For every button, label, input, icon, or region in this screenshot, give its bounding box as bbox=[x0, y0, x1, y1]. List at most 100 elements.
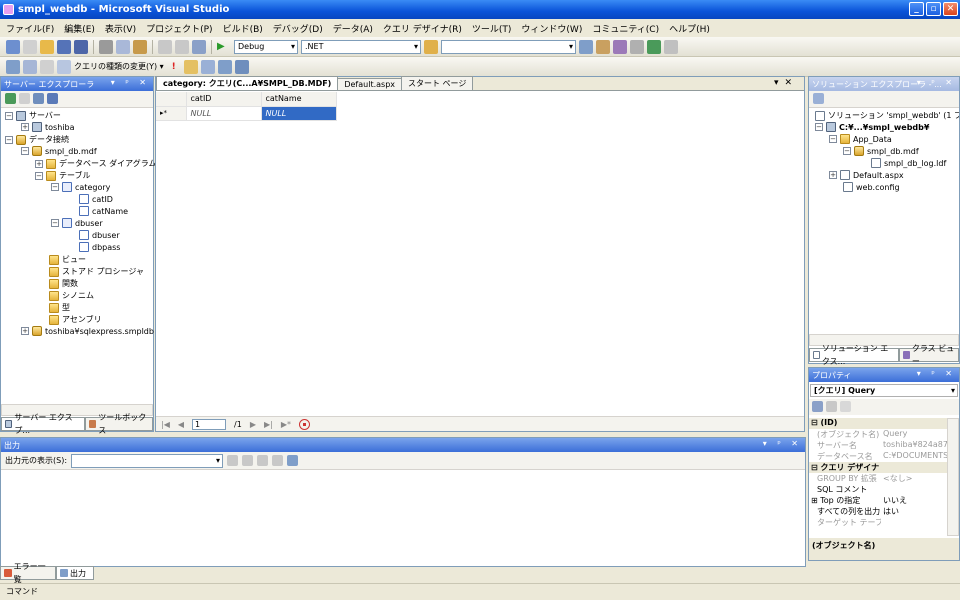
tree-node-web-config[interactable]: web.config bbox=[843, 182, 900, 192]
menu-file[interactable]: ファイル(F) bbox=[6, 22, 54, 35]
find-in-files-icon[interactable] bbox=[424, 39, 438, 54]
tree-node-functions[interactable]: 関数 bbox=[49, 278, 78, 289]
connect-server-icon[interactable] bbox=[47, 93, 58, 104]
solution-explorer-icon[interactable] bbox=[579, 39, 593, 54]
new-project-icon[interactable] bbox=[6, 39, 20, 54]
properties-icon[interactable] bbox=[596, 39, 610, 54]
cell-catid[interactable]: NULL bbox=[186, 106, 262, 121]
show-sql-pane-icon[interactable] bbox=[40, 59, 54, 74]
alphabetical-icon[interactable] bbox=[826, 401, 837, 412]
properties-vscroll[interactable] bbox=[947, 418, 959, 536]
menu-query-designer[interactable]: クエリ デザイナ(R) bbox=[383, 22, 462, 35]
tree-node-website[interactable]: − C:¥...¥smpl_webdb¥ bbox=[815, 122, 929, 132]
paste-icon[interactable] bbox=[133, 39, 147, 54]
start-page-icon[interactable] bbox=[647, 39, 661, 54]
prop-sql-comment[interactable]: SQL コメント bbox=[809, 484, 959, 495]
last-record-icon[interactable]: ▶| bbox=[264, 420, 273, 429]
document-tab-controls[interactable]: ▾✕ bbox=[774, 78, 798, 88]
tree-node-servers[interactable]: − サーバー bbox=[5, 110, 61, 121]
stop-refresh-icon[interactable] bbox=[19, 93, 30, 104]
tree-node-toshiba[interactable]: + toshiba bbox=[21, 122, 74, 132]
properties-icon[interactable] bbox=[813, 93, 824, 104]
tab-solution-explorer[interactable]: ソリューション エクス... bbox=[809, 344, 899, 366]
tab-output[interactable]: 出力 bbox=[56, 566, 94, 580]
panel-controls[interactable]: ▾ ᵖ ✕ bbox=[763, 439, 802, 448]
panel-controls[interactable]: ▾ ᵖ ✕ bbox=[917, 78, 956, 87]
cut-icon[interactable] bbox=[99, 39, 113, 54]
tree-node-smpl-db-file[interactable]: − smpl_db.mdf bbox=[843, 146, 919, 156]
next-record-icon[interactable]: ▶ bbox=[250, 420, 256, 429]
tree-node-db-diagrams[interactable]: + データベース ダイアグラム bbox=[35, 158, 157, 169]
menu-community[interactable]: コミュニティ(C) bbox=[592, 22, 659, 35]
tree-node-dbpass[interactable]: dbpass bbox=[79, 242, 120, 252]
redo-icon[interactable] bbox=[175, 39, 189, 54]
refresh-icon[interactable] bbox=[5, 93, 16, 104]
prop-top-spec[interactable]: ⊞ Top の指定 いいえ bbox=[809, 495, 959, 506]
menu-help[interactable]: ヘルプ(H) bbox=[669, 22, 710, 35]
tree-node-sqlexpress[interactable]: + toshiba¥sqlexpress.smpldb bbox=[21, 326, 154, 336]
tree-node-smpl-db[interactable]: − smpl_db.mdf bbox=[21, 146, 97, 156]
menu-edit[interactable]: 編集(E) bbox=[64, 22, 95, 35]
tree-node-catname[interactable]: catName bbox=[79, 206, 128, 216]
menu-tools[interactable]: ツール(T) bbox=[472, 22, 512, 35]
prop-target-table[interactable]: ターゲット テーブル bbox=[809, 517, 959, 528]
panel-controls[interactable]: ▾ ᵖ ✕ bbox=[917, 369, 956, 378]
toolbox-icon[interactable] bbox=[630, 39, 644, 54]
show-diagram-pane-icon[interactable] bbox=[6, 59, 20, 74]
find-next-icon[interactable] bbox=[257, 455, 269, 466]
group-by-icon[interactable] bbox=[200, 59, 215, 74]
column-header-catname[interactable]: catName bbox=[261, 92, 337, 107]
tab-toolbox[interactable]: ツールボックス bbox=[85, 413, 153, 435]
menu-build[interactable]: ビルド(B) bbox=[223, 22, 263, 35]
cell-catname[interactable]: NULL bbox=[261, 106, 337, 121]
show-results-pane-icon[interactable] bbox=[57, 59, 71, 74]
save-icon[interactable] bbox=[57, 39, 71, 54]
tab-error-list[interactable]: エラー一覧 bbox=[0, 562, 56, 584]
config-combo[interactable]: Debug bbox=[234, 39, 298, 54]
undo-icon[interactable] bbox=[158, 39, 172, 54]
stop-icon[interactable] bbox=[298, 418, 310, 430]
menu-project[interactable]: プロジェクト(P) bbox=[146, 22, 212, 35]
tab-class-view[interactable]: クラス ビュー bbox=[899, 344, 959, 366]
find-previous-icon[interactable] bbox=[242, 455, 254, 466]
record-number-input[interactable]: 1 bbox=[192, 418, 227, 430]
more-icon[interactable] bbox=[664, 39, 678, 54]
tree-node-dbuser-table[interactable]: − dbuser bbox=[51, 218, 103, 228]
properties-object-combo[interactable]: [クエリ] Query bbox=[810, 384, 958, 397]
prop-database-name[interactable]: データベース名 C:¥DOCUMENTS bbox=[809, 451, 959, 462]
start-debug-icon[interactable]: ▶ bbox=[217, 40, 231, 54]
tree-node-solution[interactable]: ソリューション 'smpl_webdb' (1 プロジ bbox=[815, 110, 959, 121]
menu-debug[interactable]: デバッグ(D) bbox=[273, 22, 323, 35]
tree-node-assemblies[interactable]: アセンブリ bbox=[49, 314, 102, 325]
tab-default-aspx[interactable]: Default.aspx bbox=[337, 78, 402, 90]
tab-server-explorer[interactable]: サーバー エクスプ... bbox=[1, 413, 85, 435]
tab-category-query[interactable]: category: クエリ(C...A¥SMPL_DB.MDF) bbox=[156, 76, 339, 90]
go-to-error-icon[interactable] bbox=[227, 455, 239, 466]
prop-object-name[interactable]: (オブジェクト名) Query bbox=[809, 429, 959, 440]
tree-node-tables[interactable]: − テーブル bbox=[35, 170, 91, 181]
navigate-icon[interactable] bbox=[192, 39, 206, 54]
tree-node-synonyms[interactable]: シノニム bbox=[49, 290, 94, 301]
tree-node-catid[interactable]: catID bbox=[79, 194, 113, 204]
platform-combo[interactable]: .NET bbox=[301, 39, 421, 54]
show-criteria-pane-icon[interactable] bbox=[23, 59, 37, 74]
prop-group-by[interactable]: GROUP BY 拡張 <なし> bbox=[809, 473, 959, 484]
prop-server-name[interactable]: サーバー名 toshiba¥824a875 bbox=[809, 440, 959, 451]
column-header-catid[interactable]: catID bbox=[186, 92, 262, 107]
object-browser-icon[interactable] bbox=[613, 39, 627, 54]
maximize-button[interactable]: ▫ bbox=[926, 2, 941, 16]
prop-category-query-designer[interactable]: ⊟ クエリ デザイナ bbox=[809, 462, 959, 473]
menu-window[interactable]: ウィンドウ(W) bbox=[521, 22, 582, 35]
open-file-icon[interactable] bbox=[40, 39, 54, 54]
menu-view[interactable]: 表示(V) bbox=[105, 22, 136, 35]
panel-controls[interactable]: ▾ ᵖ ✕ bbox=[111, 78, 150, 87]
prop-output-all-columns[interactable]: すべての列を出力 はい bbox=[809, 506, 959, 517]
close-button[interactable]: ✕ bbox=[943, 2, 958, 16]
word-wrap-icon[interactable] bbox=[287, 455, 299, 466]
menu-data[interactable]: データ(A) bbox=[333, 22, 373, 35]
minimize-button[interactable]: _ bbox=[909, 2, 924, 16]
copy-icon[interactable] bbox=[116, 39, 130, 54]
tree-node-types[interactable]: 型 bbox=[49, 302, 70, 313]
add-item-icon[interactable] bbox=[23, 39, 37, 54]
verify-sql-icon[interactable] bbox=[183, 59, 198, 74]
